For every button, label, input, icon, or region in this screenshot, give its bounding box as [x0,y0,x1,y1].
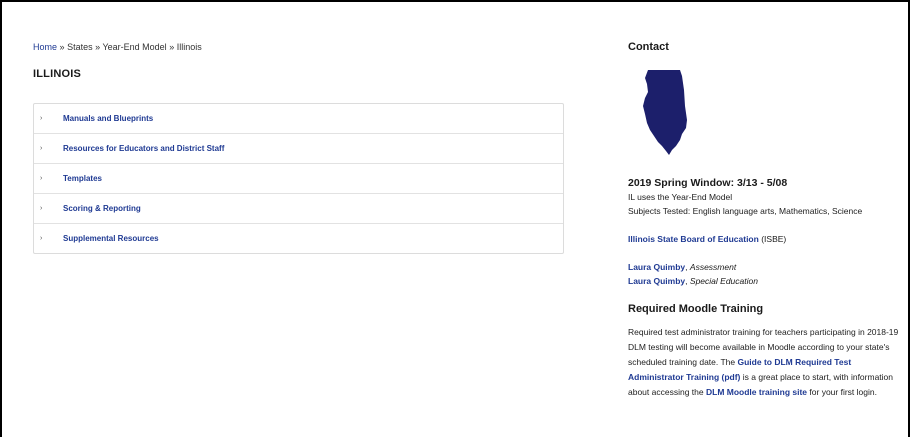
testing-window-title: 2019 Spring Window: 3/13 - 5/08 [628,177,788,189]
accordion-item-label: Scoring & Reporting [63,204,141,213]
accordion-item-label: Supplemental Resources [63,234,159,243]
accordion-item-scoring-reporting[interactable]: › Scoring & Reporting [34,194,563,224]
main-content: Home » States » Year-End Model » Illinoi… [33,40,564,254]
breadcrumb-states: States [67,42,93,52]
contact-role: Special Education [689,276,758,286]
training-paragraph: Required test administrator training for… [628,325,903,400]
accordion-item-label: Manuals and Blueprints [63,114,154,123]
state-board-link[interactable]: Illinois State Board of Education [628,234,759,244]
resources-accordion: › Manuals and Blueprints › Resources for… [33,103,564,254]
breadcrumb-separator: » [59,42,65,52]
breadcrumb-separator: » [95,42,101,52]
contact-separator: , [685,262,688,272]
breadcrumb: Home » States » Year-End Model » Illinoi… [33,40,564,54]
breadcrumb-current: Illinois [176,42,202,52]
breadcrumb-home-link[interactable]: Home [33,42,57,52]
subjects-text: Subjects Tested: English language arts, … [628,206,863,216]
contact-list: Laura Quimby, Assessment Laura Quimby, S… [628,260,903,288]
contact-entry: Laura Quimby, Assessment [628,260,903,274]
accordion-item-label: Templates [63,174,102,183]
training-text: for your first login. [809,387,877,397]
contact-name-link[interactable]: Laura Quimby [628,262,685,272]
chevron-right-icon: › [40,145,43,152]
contact-title: Contact [628,41,669,53]
chevron-right-icon: › [40,235,43,242]
chevron-right-icon: › [40,115,43,122]
illinois-map-icon [643,70,687,155]
accordion-item-templates[interactable]: › Templates [34,164,563,194]
breadcrumb-separator: » [169,42,175,52]
chevron-right-icon: › [40,175,43,182]
chevron-right-icon: › [40,205,43,212]
contact-sidebar: Contact 2019 Spring Window: 3/13 - 5/08 … [628,40,903,400]
breadcrumb-model: Year-End Model [102,42,167,52]
contact-role: Assessment [689,262,737,272]
accordion-item-supplemental[interactable]: › Supplemental Resources [34,224,563,253]
contact-separator: , [685,276,688,286]
page-title: ILLINOIS [33,68,82,80]
state-board-abbr: (ISBE) [761,234,787,244]
model-text: IL uses the Year-End Model [628,192,733,202]
state-board: Illinois State Board of Education (ISBE) [628,232,903,246]
contact-entry: Laura Quimby, Special Education [628,274,903,288]
accordion-item-educator-resources[interactable]: › Resources for Educators and District S… [34,134,563,164]
training-title: Required Moodle Training [628,303,764,315]
accordion-item-manuals[interactable]: › Manuals and Blueprints [34,104,563,134]
contact-name-link[interactable]: Laura Quimby [628,276,685,286]
accordion-item-label: Resources for Educators and District Sta… [63,144,225,153]
moodle-site-link[interactable]: DLM Moodle training site [706,387,807,397]
